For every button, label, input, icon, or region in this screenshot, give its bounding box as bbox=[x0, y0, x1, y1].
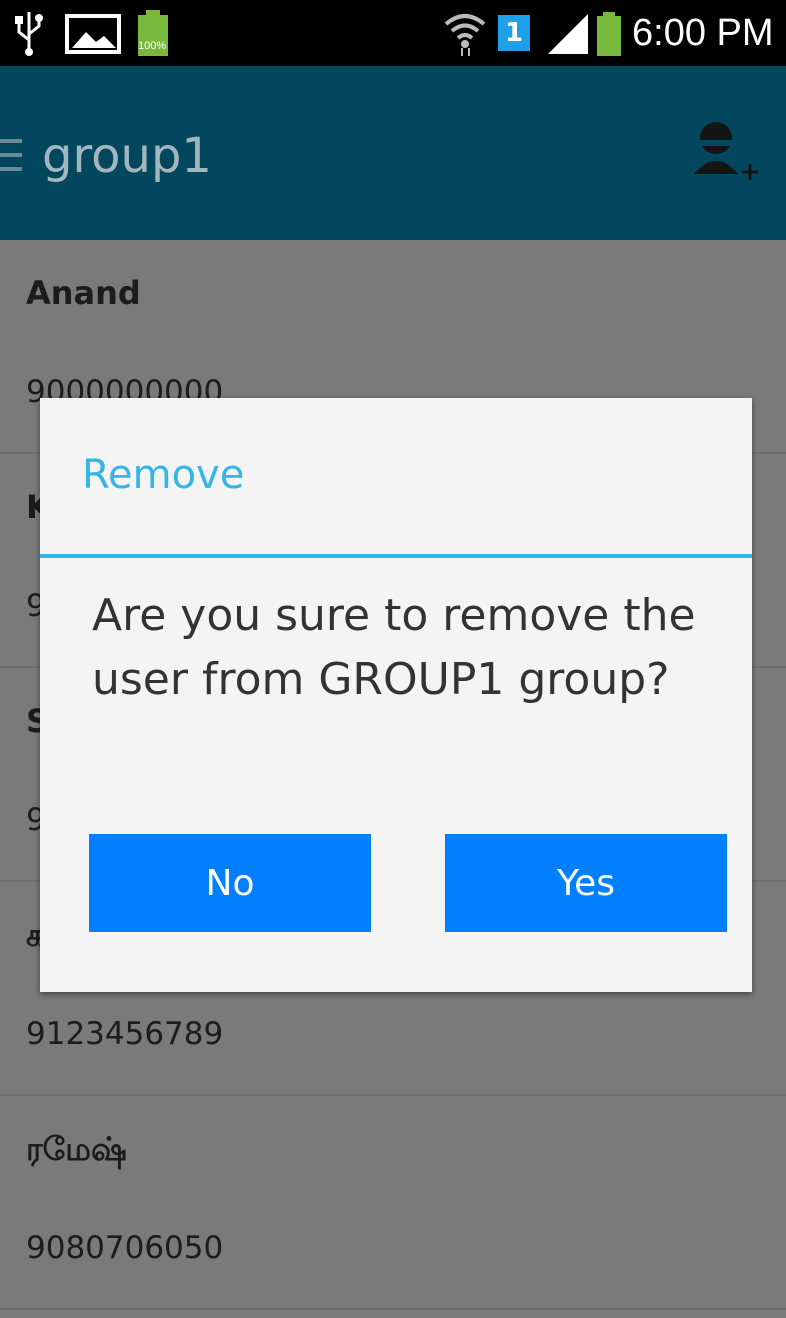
add-contact-icon[interactable] bbox=[692, 118, 758, 188]
contact-name: ரமேஷ் bbox=[26, 1130, 127, 1168]
dialog-message: Are you sure to remove the user from GRO… bbox=[92, 590, 696, 705]
no-button[interactable]: No bbox=[89, 834, 371, 932]
contact-phone: 9123456789 bbox=[26, 1016, 224, 1052]
page-title: group1 bbox=[42, 128, 212, 184]
sim-slot-label: 1 bbox=[504, 18, 524, 48]
remove-dialog: Remove Are you sure to remove the user f… bbox=[40, 398, 752, 992]
clock: 6:00 PM bbox=[632, 12, 774, 54]
wifi-icon bbox=[444, 14, 486, 56]
list-item[interactable]: ரமேஷ் 9080706050 bbox=[0, 1096, 786, 1310]
contact-name: Anand bbox=[26, 274, 141, 312]
battery-full-icon bbox=[597, 12, 621, 56]
yes-button[interactable]: Yes bbox=[445, 834, 727, 932]
sim-icon: 1 bbox=[498, 15, 530, 51]
battery-icon: 100% bbox=[132, 10, 178, 56]
contact-phone: 9080706050 bbox=[26, 1230, 224, 1266]
gallery-icon bbox=[65, 14, 121, 54]
usb-icon bbox=[15, 12, 43, 56]
status-bar: 100% 1 6:00 PM bbox=[0, 0, 786, 66]
signal-icon bbox=[548, 14, 588, 54]
dialog-title: Remove bbox=[82, 452, 245, 498]
dialog-divider bbox=[40, 554, 752, 558]
drawer-menu-icon[interactable] bbox=[0, 133, 24, 177]
battery-percent-label: 100% bbox=[138, 40, 167, 52]
